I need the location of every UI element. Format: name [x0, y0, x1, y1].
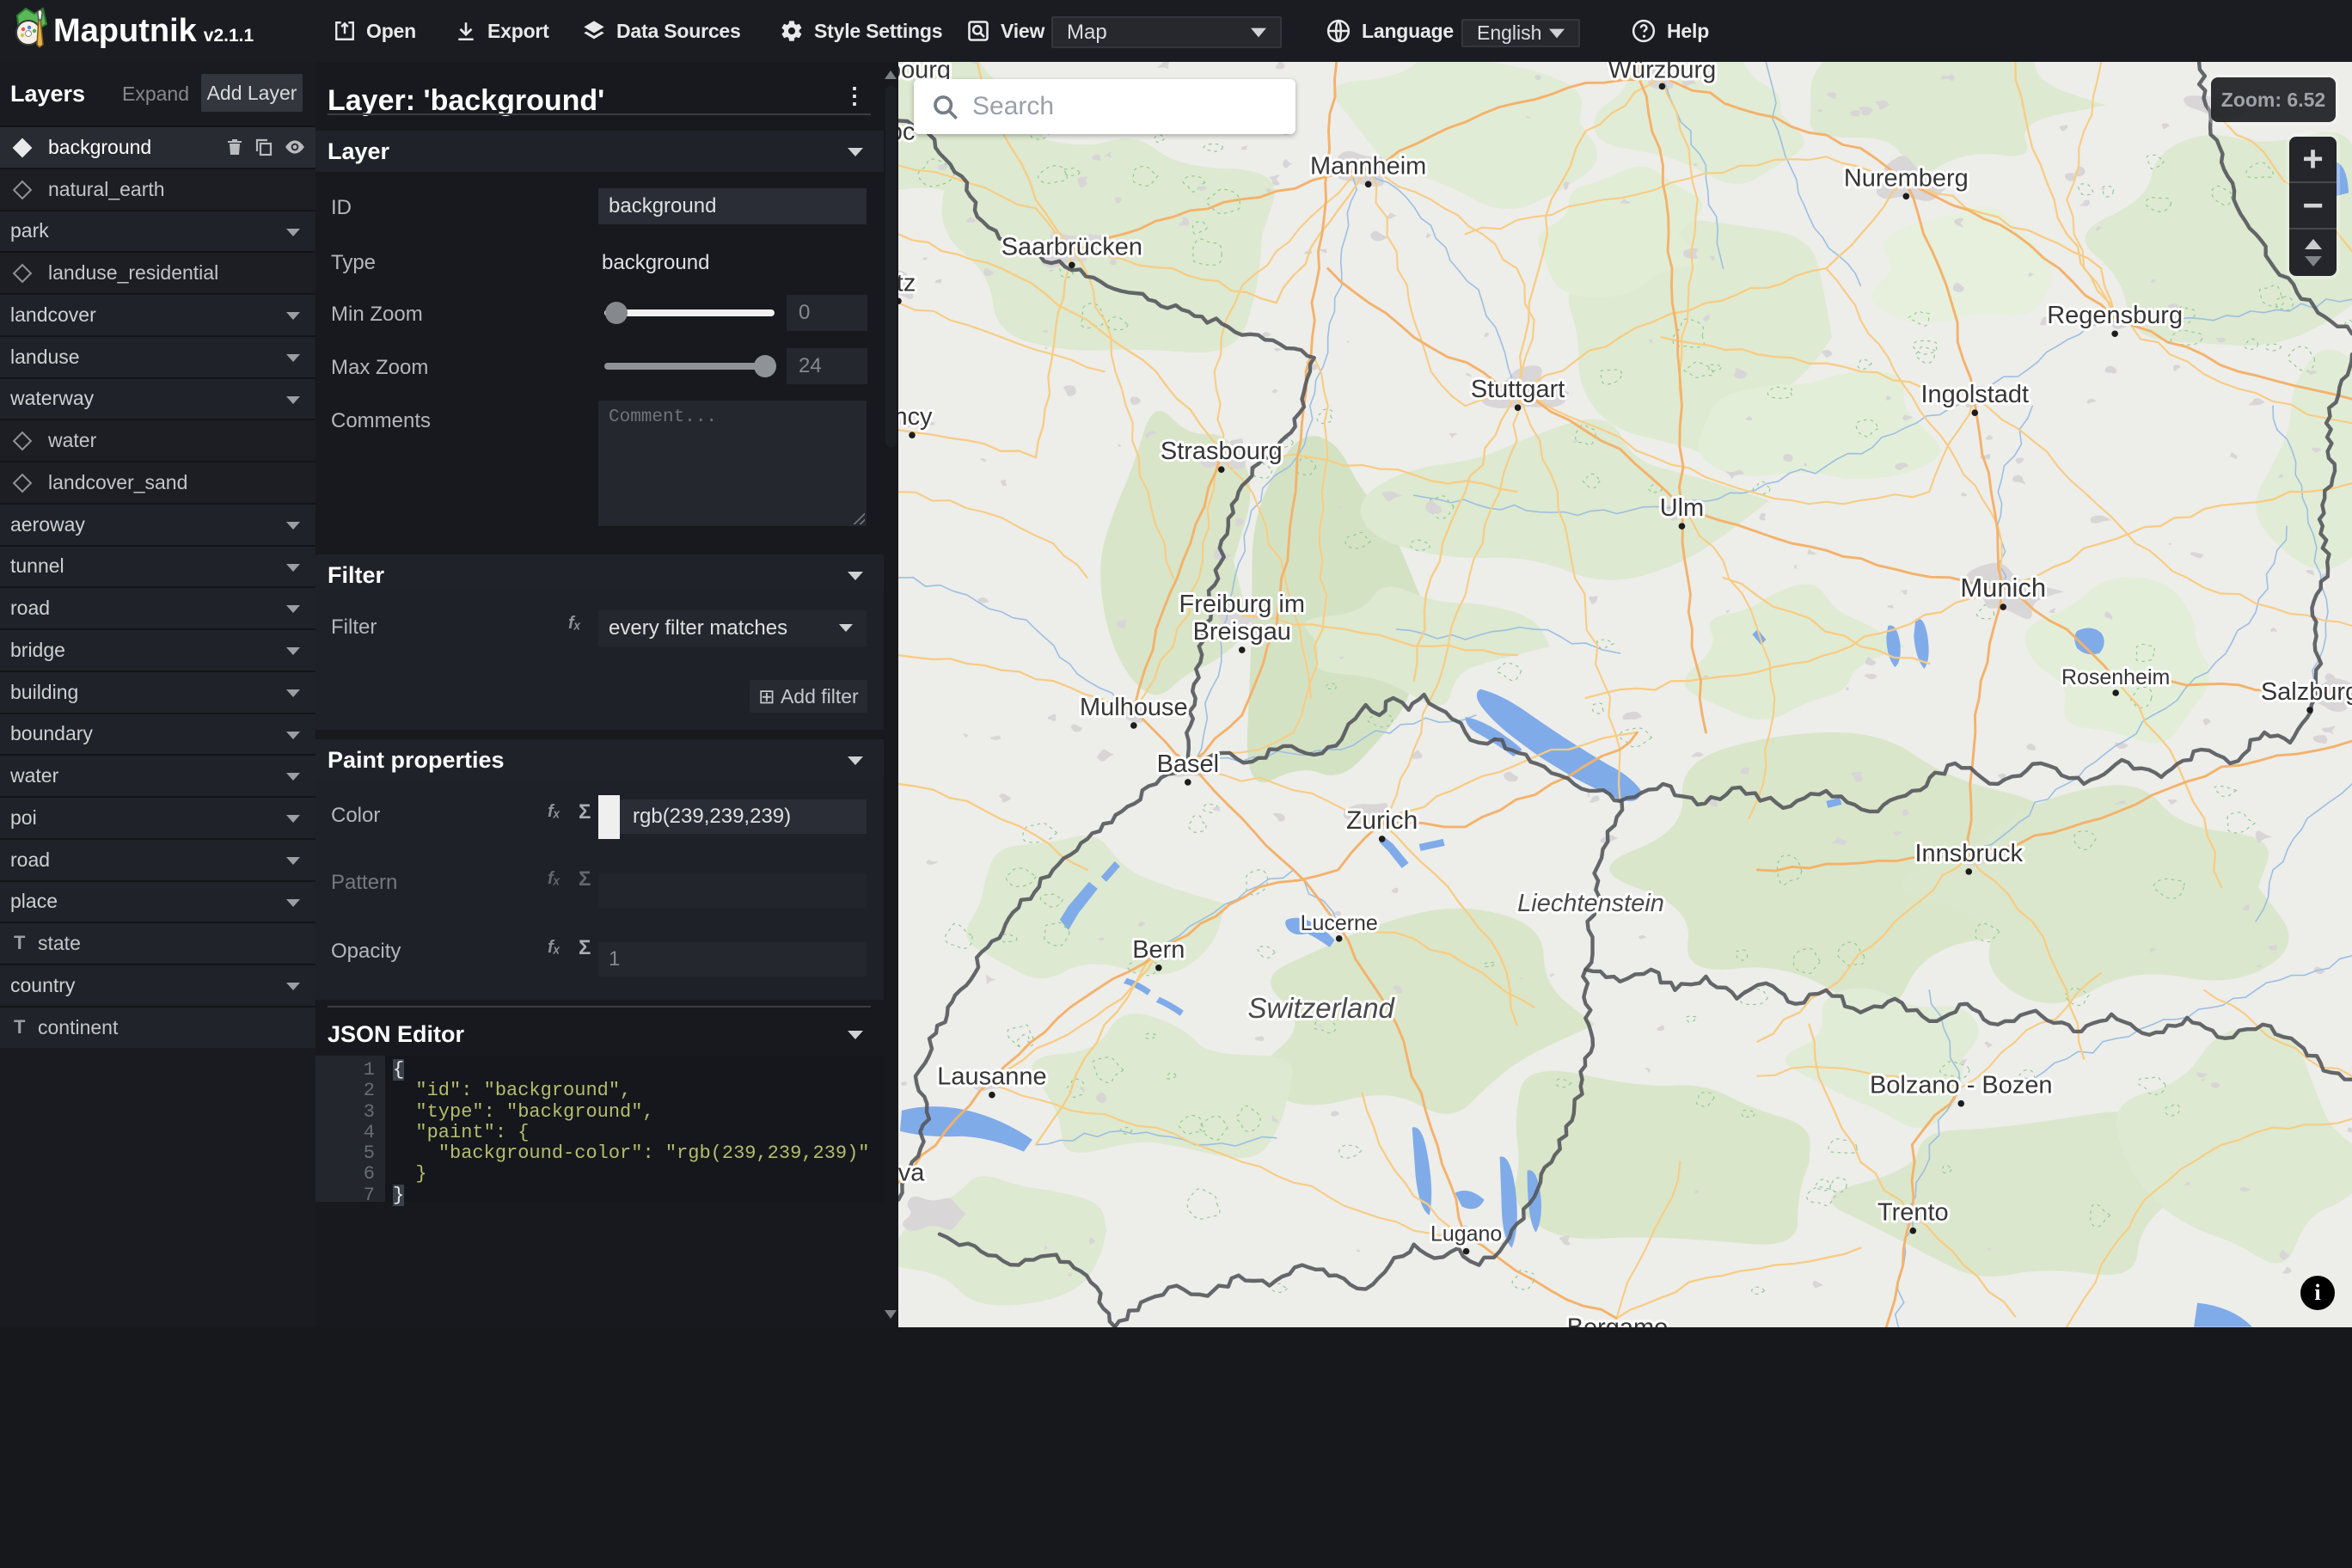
svg-text:Salzburg: Salzburg — [2261, 678, 2352, 706]
svg-text:Ulm: Ulm — [1660, 494, 1705, 522]
svg-text:Breisgau: Breisgau — [1193, 618, 1291, 646]
svg-text:Mulhouse: Mulhouse — [1080, 694, 1188, 721]
svg-text:Freiburg im: Freiburg im — [1179, 591, 1306, 618]
svg-text:Bolzano - Bozen: Bolzano - Bozen — [1870, 1072, 2053, 1099]
svg-text:Liechtenstein: Liechtenstein — [1517, 890, 1664, 917]
svg-text:Saarbrücken: Saarbrücken — [1001, 233, 1142, 260]
svg-text:etz: etz — [898, 269, 916, 297]
svg-text:eva: eva — [898, 1160, 925, 1187]
svg-text:Lugano: Lugano — [1430, 1222, 1502, 1246]
svg-text:Strasbourg: Strasbourg — [1161, 438, 1283, 465]
svg-text:Lausanne: Lausanne — [937, 1063, 1046, 1091]
svg-text:Basel: Basel — [1157, 750, 1219, 778]
svg-text:Zurich: Zurich — [1346, 806, 1418, 835]
svg-text:ncy: ncy — [898, 403, 933, 431]
svg-text:Switzerland: Switzerland — [1247, 992, 1395, 1024]
svg-text:Trento: Trento — [1877, 1199, 1949, 1227]
svg-text:Bergamo: Bergamo — [1567, 1314, 1669, 1327]
svg-text:Nuremberg: Nuremberg — [1844, 164, 1969, 192]
svg-text:bc: bc — [898, 118, 915, 145]
svg-text:Lucerne: Lucerne — [1301, 911, 1378, 935]
svg-text:Mannheim: Mannheim — [1310, 152, 1426, 180]
svg-text:Bern: Bern — [1132, 936, 1185, 964]
svg-text:Innsbruck: Innsbruck — [1914, 840, 2023, 867]
svg-text:Munich: Munich — [1960, 573, 2046, 603]
svg-text:Rosenheim: Rosenheim — [2061, 665, 2170, 689]
svg-text:Würzburg: Würzburg — [1608, 62, 1717, 83]
svg-text:Stuttgart: Stuttgart — [1471, 376, 1565, 403]
svg-text:Ingolstadt: Ingolstadt — [1920, 381, 2029, 408]
svg-text:Regensburg: Regensburg — [2047, 302, 2183, 329]
